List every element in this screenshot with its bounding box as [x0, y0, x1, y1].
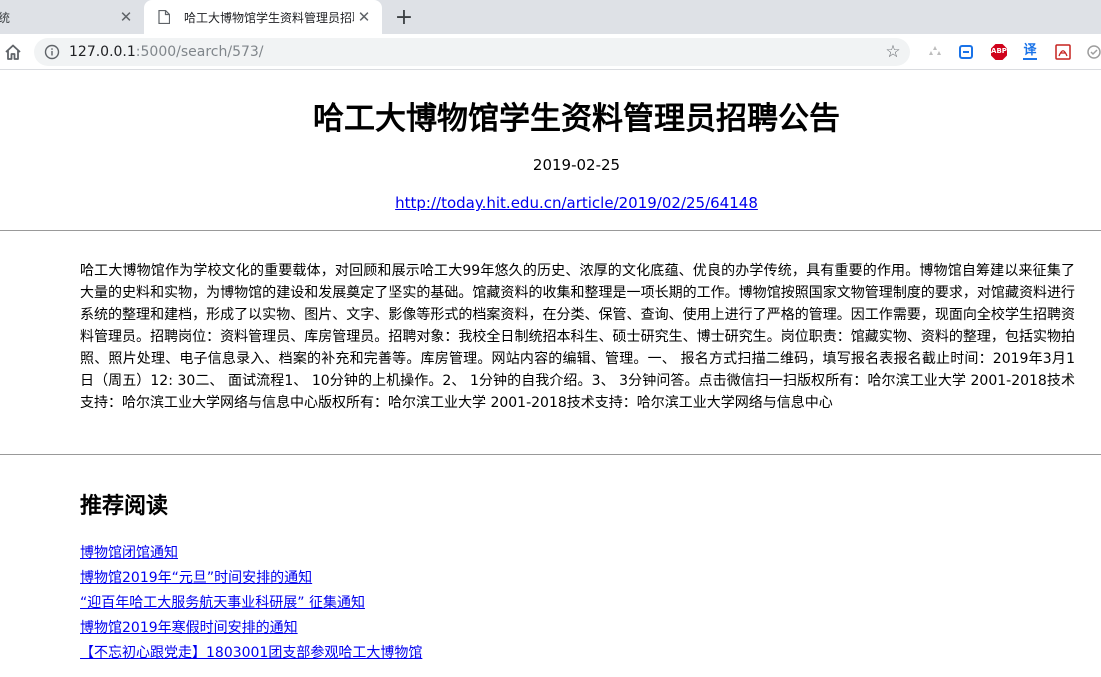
tab-title: 哈工大博物馆学生资料管理员招聘	[184, 10, 354, 25]
plus-icon[interactable]: +	[392, 5, 416, 30]
list-item: “迎百年哈工大服务航天事业科研展” 征集通知	[80, 591, 422, 616]
adblock-icon[interactable]: ABP	[990, 43, 1008, 61]
recommended-link[interactable]: 博物馆2019年“元旦”时间安排的通知	[80, 570, 312, 586]
source-link[interactable]: http://today.hit.edu.cn/article/2019/02/…	[395, 194, 758, 212]
recommended-list: 博物馆闭馆通知 博物馆2019年“元旦”时间安排的通知 “迎百年哈工大服务航天事…	[80, 541, 422, 666]
translate-icon[interactable]: 译	[1021, 43, 1039, 61]
divider	[0, 230, 1101, 231]
page-content: 哈工大博物馆学生资料管理员招聘公告 2019-02-25 http://toda…	[0, 71, 1101, 677]
url-path: :5000/search/573/	[135, 44, 264, 60]
puzzle-icon[interactable]	[926, 43, 944, 61]
adblock-label: ABP	[991, 47, 1007, 55]
recommended-link[interactable]: 【不忘初心跟党走】1803001团支部参观哈工大博物馆	[80, 645, 422, 661]
translate-label: 译	[1023, 43, 1037, 60]
recommended-link[interactable]: 博物馆闭馆通知	[80, 545, 178, 561]
url-host: 127.0.0.1	[69, 44, 136, 60]
recommended-link[interactable]: “迎百年哈工大服务航天事业科研展” 征集通知	[80, 595, 365, 611]
pdf-icon[interactable]	[1054, 43, 1072, 61]
list-item: 【不忘初心跟党走】1803001团支部参观哈工大博物馆	[80, 641, 422, 666]
page-title: 哈工大博物馆学生资料管理员招聘公告	[313, 101, 840, 137]
info-icon[interactable]	[44, 44, 60, 60]
star-icon[interactable]: ☆	[884, 43, 902, 61]
close-icon[interactable]: ✕	[354, 7, 374, 27]
source-link-row: http://today.hit.edu.cn/article/2019/02/…	[0, 194, 1101, 212]
address-bar[interactable]: 127.0.0.1:5000/search/573/ ☆	[34, 38, 910, 66]
divider	[0, 454, 1101, 455]
tab-title: 统	[0, 10, 11, 25]
list-item: 博物馆2019年寒假时间安排的通知	[80, 616, 422, 641]
article-date: 2019-02-25	[532, 156, 621, 174]
recommended-heading: 推荐阅读	[80, 494, 169, 519]
list-item: 博物馆闭馆通知	[80, 541, 422, 566]
url-text: 127.0.0.1:5000/search/573/	[69, 44, 264, 60]
toolbar: 127.0.0.1:5000/search/573/ ☆ ABP 译	[0, 34, 1101, 70]
close-icon[interactable]: ✕	[116, 7, 136, 27]
recommended-link[interactable]: 博物馆2019年寒假时间安排的通知	[80, 620, 298, 636]
article-body: 哈工大博物馆作为学校文化的重要载体，对回顾和展示哈工大99年悠久的历史、浓厚的文…	[80, 263, 1075, 411]
page-icon	[156, 9, 172, 25]
home-icon[interactable]	[2, 41, 24, 63]
refresh-ext-icon[interactable]	[957, 43, 975, 61]
tab-inactive[interactable]: 统 ✕	[0, 0, 144, 34]
tab-strip: 统 ✕ 哈工大博物馆学生资料管理员招聘 ✕ +	[0, 0, 1101, 34]
tab-active[interactable]: 哈工大博物馆学生资料管理员招聘 ✕	[144, 0, 382, 34]
list-item: 博物馆2019年“元旦”时间安排的通知	[80, 566, 422, 591]
shield-ext-icon[interactable]	[1085, 43, 1101, 61]
